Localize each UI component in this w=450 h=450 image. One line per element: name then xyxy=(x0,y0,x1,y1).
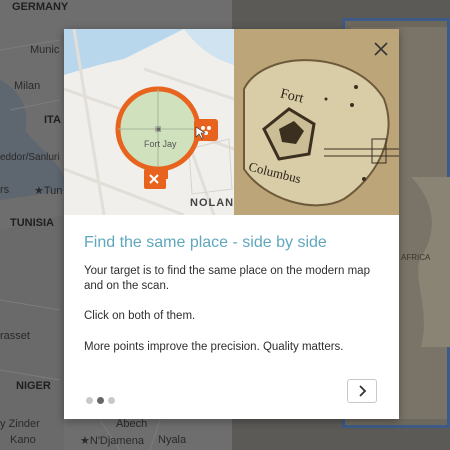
pagination-dots xyxy=(86,391,119,409)
hero-illustration: ▣ Fort Jay NOLAN Fort Columbus xyxy=(64,29,399,215)
label-tunis: ★Tun xyxy=(34,185,63,197)
label-abeche: Abech xyxy=(116,418,148,430)
page-dot-3[interactable] xyxy=(108,397,115,404)
map-place-label: NOLAN xyxy=(190,197,235,209)
label-ndjamena: ★N'Djamena xyxy=(80,435,144,447)
dialog-paragraph-3: More points improve the precision. Quali… xyxy=(84,341,344,353)
modern-map-preview: ▣ Fort Jay NOLAN xyxy=(64,29,234,215)
page-dot-1[interactable] xyxy=(86,397,93,404)
label-niger: NIGER xyxy=(16,380,51,392)
label-cagliari: eddor/Sanluri xyxy=(0,152,60,163)
label-nyala: Nyala xyxy=(158,434,187,446)
page-dot-2[interactable] xyxy=(97,397,104,404)
label-milan: Milan xyxy=(14,80,41,92)
next-button[interactable] xyxy=(347,379,377,403)
label-trasset: rasset xyxy=(0,330,30,342)
label-italy: ITA xyxy=(44,114,61,126)
dialog-paragraph-1: Your target is to find the same place on… xyxy=(84,265,370,292)
label-munich: Munic xyxy=(30,44,60,56)
close-button[interactable] xyxy=(371,39,391,59)
onboarding-dialog: ▣ Fort Jay NOLAN Fort Columbus Find the … xyxy=(64,29,399,419)
circle-place-label: Fort Jay xyxy=(144,139,177,149)
close-icon xyxy=(374,42,388,56)
modern-map-shapes xyxy=(64,29,234,215)
dialog-title: Find the same place - side by side xyxy=(84,234,327,251)
label-africa: AFRICA xyxy=(401,253,431,262)
label-germany: GERMANY xyxy=(12,1,69,13)
chevron-right-icon xyxy=(359,385,367,397)
label-rs: rs xyxy=(0,184,10,196)
label-tunisia: TUNISIA xyxy=(10,217,54,229)
label-zinder: y Zinder xyxy=(0,418,40,430)
dialog-paragraph-2: Click on both of them. xyxy=(84,310,196,322)
camera-icon: ▣ xyxy=(155,126,162,133)
label-kano: Kano xyxy=(10,434,36,446)
